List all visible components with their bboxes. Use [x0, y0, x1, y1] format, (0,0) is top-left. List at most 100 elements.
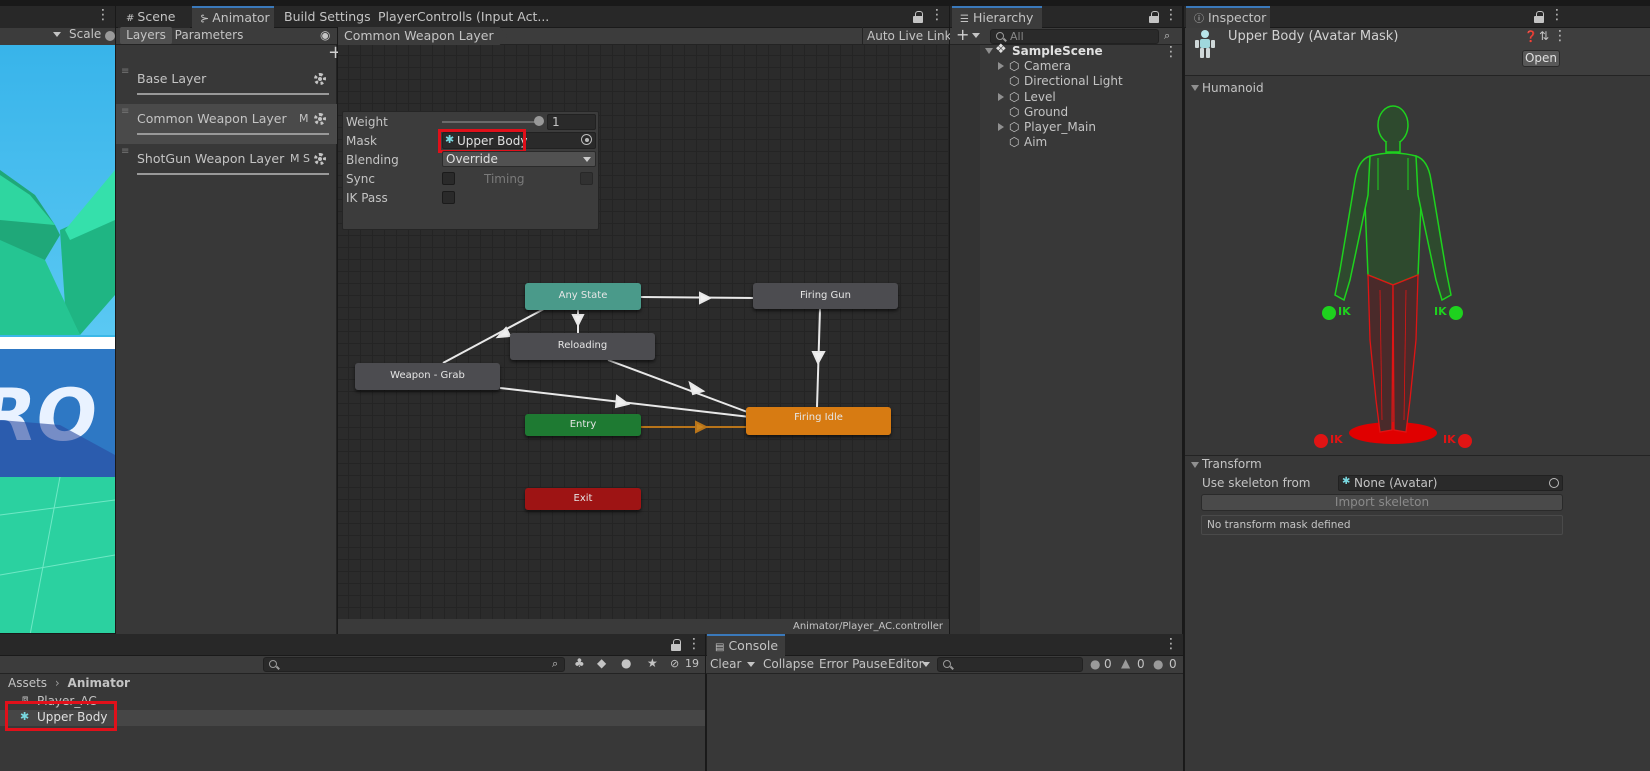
tab-inspector[interactable]: ⓘ Inspector	[1186, 6, 1270, 28]
animator-menu-icon[interactable]: ⋮	[930, 8, 944, 24]
warning-icon[interactable]: ▲	[1121, 656, 1130, 670]
cube-icon: ⬡	[1009, 59, 1020, 73]
skeleton-object-field[interactable]: ✱ None (Avatar)	[1338, 475, 1563, 491]
error-pause-button[interactable]: Error Pause	[819, 657, 887, 671]
state-firing-idle[interactable]: Firing Idle	[746, 407, 891, 435]
search-by-type-icon[interactable]: ⌕	[552, 657, 558, 671]
help-icon[interactable]: ❓	[1524, 30, 1538, 43]
hierarchy-gutter	[950, 45, 980, 634]
gear-icon[interactable]	[314, 73, 326, 85]
error-count: 0	[1169, 657, 1177, 671]
tab-scene[interactable]: # Scene	[118, 6, 190, 28]
search-icon	[269, 660, 277, 668]
hierarchy-item-aim[interactable]: ⬡ Aim	[995, 135, 1175, 150]
avatar-icon: ✱	[1342, 476, 1351, 487]
open-button[interactable]: Open	[1522, 50, 1560, 67]
editor-dropdown[interactable]: Editor	[888, 657, 924, 671]
clear-button[interactable]: Clear	[710, 657, 741, 671]
tab-build-settings[interactable]: Build Settings	[276, 6, 379, 28]
console-menu-icon[interactable]: ⋮	[1164, 637, 1178, 653]
settings-sliders-icon[interactable]: ⇅	[1539, 29, 1549, 43]
state-exit[interactable]: Exit	[525, 488, 641, 510]
add-object-button[interactable]: +	[956, 25, 969, 44]
humanoid-section[interactable]: Humanoid	[1202, 81, 1264, 95]
tab-layers[interactable]: Layers	[120, 27, 172, 44]
gear-icon[interactable]	[314, 113, 326, 125]
ik-right-hand-toggle[interactable]	[1449, 306, 1463, 320]
breadcrumb-current[interactable]: Animator	[68, 676, 130, 690]
state-reloading[interactable]: Reloading	[510, 333, 655, 360]
lock-icon[interactable]	[1149, 11, 1159, 23]
layer-weight-bar	[137, 93, 329, 95]
collapse-button[interactable]: Collapse	[763, 657, 814, 671]
lock-icon[interactable]	[1534, 11, 1544, 23]
humanoid-mask-figure[interactable]	[1300, 100, 1485, 450]
state-firing-gun[interactable]: Firing Gun	[753, 283, 898, 309]
state-any-state[interactable]: Any State	[525, 283, 641, 310]
ik-left-foot-toggle[interactable]	[1314, 434, 1328, 448]
error-icon[interactable]: ●	[1153, 657, 1163, 671]
ik-label: IK	[1338, 305, 1351, 318]
state-entry[interactable]: Entry	[525, 414, 641, 436]
scale-slider-knob[interactable]	[105, 31, 115, 41]
scene-view-panel[interactable]: ⋮ Scale PRO	[0, 0, 115, 633]
eye-icon[interactable]: ◉	[320, 28, 330, 42]
inspector-menu-icon[interactable]: ⋮	[1550, 8, 1564, 24]
transform-section[interactable]: Transform	[1202, 457, 1262, 471]
object-picker-icon[interactable]	[1549, 478, 1559, 488]
filter-by-type-icon[interactable]: ♣	[574, 656, 585, 670]
project-tab-bar	[0, 634, 705, 656]
layer-row-common-weapon[interactable]: ≡ Common Weapon Layer M	[116, 104, 337, 144]
scene-menu-icon[interactable]: ⋮	[96, 8, 110, 24]
ik-label: IK	[1443, 433, 1456, 446]
layer-row-base[interactable]: ≡ Base Layer	[116, 64, 337, 104]
fold-arrow-icon[interactable]	[998, 93, 1004, 101]
lock-icon[interactable]	[671, 639, 681, 651]
hierarchy-menu-icon[interactable]: ⋮	[1164, 8, 1178, 24]
hierarchy-item-level[interactable]: ⬡ Level	[995, 90, 1175, 105]
tab-parameters[interactable]: Parameters	[174, 27, 244, 44]
hierarchy-item-camera[interactable]: ⬡ Camera	[995, 59, 1175, 74]
state-weapon-grab[interactable]: Weapon - Grab	[355, 363, 500, 390]
hierarchy-item-player-main[interactable]: ⬡ Player_Main	[995, 120, 1175, 135]
hidden-packages-icon[interactable]: ⊘	[670, 657, 679, 670]
star-icon[interactable]: ★	[647, 656, 658, 670]
drag-handle-icon[interactable]: ≡	[121, 66, 129, 77]
lock-icon[interactable]	[913, 11, 923, 23]
hierarchy-item-ground[interactable]: ⬡ Ground	[995, 105, 1175, 120]
drag-handle-icon[interactable]: ≡	[121, 146, 129, 157]
hierarchy-search-input[interactable]: All	[990, 29, 1159, 44]
search-by-type-icon[interactable]: ⌕	[1164, 29, 1170, 43]
fold-arrow-icon[interactable]	[1191, 462, 1199, 468]
chevron-down-icon[interactable]	[922, 662, 930, 667]
ik-right-foot-toggle[interactable]	[1458, 434, 1472, 448]
ik-label: IK	[1330, 433, 1343, 446]
fold-arrow-icon[interactable]	[985, 48, 993, 54]
breadcrumb-root[interactable]: Assets	[8, 676, 47, 690]
ik-left-hand-toggle[interactable]	[1322, 306, 1336, 320]
log-icon[interactable]: ●	[1090, 657, 1100, 671]
project-menu-icon[interactable]: ⋮	[687, 637, 701, 653]
breadcrumb[interactable]: Common Weapon Layer	[338, 27, 508, 45]
fold-arrow-icon[interactable]	[998, 62, 1004, 70]
auto-live-link-button[interactable]: Auto Live Link	[862, 27, 956, 45]
tab-player-controls[interactable]: PlayerControlls (Input Act...	[370, 6, 557, 28]
chevron-down-icon[interactable]	[747, 662, 755, 667]
fold-arrow-icon[interactable]	[998, 123, 1004, 131]
warning-filter-icon[interactable]: ●	[621, 656, 631, 670]
component-menu-icon[interactable]: ⋮	[1553, 29, 1567, 45]
layer-name: Base Layer	[137, 71, 207, 86]
chevron-down-icon[interactable]	[972, 33, 980, 38]
layer-row-shotgun-weapon[interactable]: ≡ ShotGun Weapon Layer M S	[116, 144, 337, 184]
dropdown-arrow-icon[interactable]	[53, 32, 61, 37]
gear-icon[interactable]	[314, 153, 326, 165]
fold-arrow-icon[interactable]	[1191, 85, 1199, 91]
console-search-input[interactable]	[937, 657, 1083, 672]
project-search-input[interactable]	[263, 657, 565, 672]
tab-console[interactable]: ▤ Console	[707, 634, 785, 656]
label-icon[interactable]: ◆	[597, 656, 606, 670]
cube-icon: ⬡	[1009, 135, 1020, 149]
hierarchy-item-directional-light[interactable]: ⬡ Directional Light	[995, 74, 1175, 89]
drag-handle-icon[interactable]: ≡	[121, 106, 129, 117]
tab-animator[interactable]: ⊱ Animator	[192, 6, 274, 28]
